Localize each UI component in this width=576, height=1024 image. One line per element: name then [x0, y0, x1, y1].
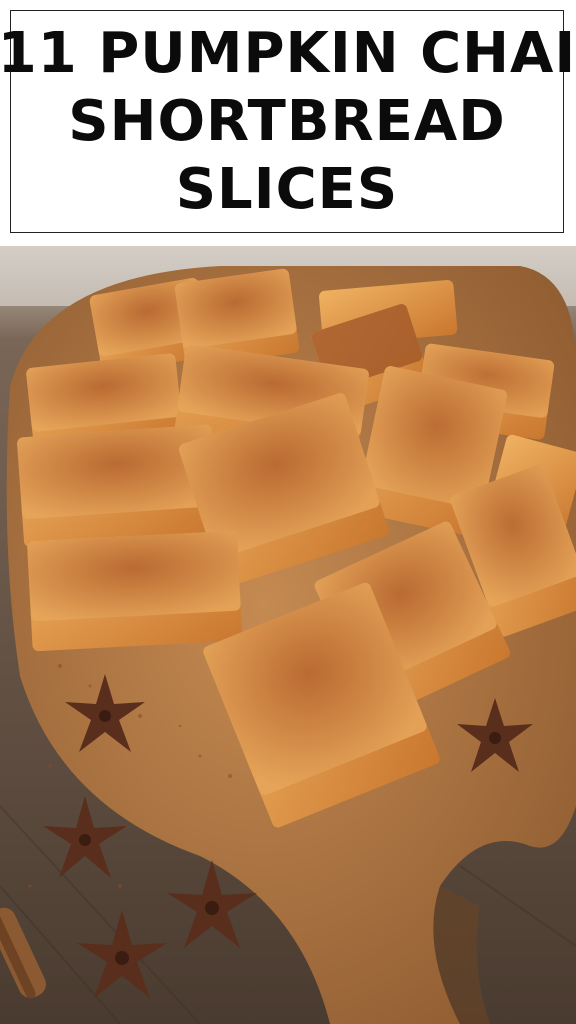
shortbread-illustration — [0, 246, 576, 1024]
title-banner: 11 PUMPKIN CHAI SHORTBREAD SLICES — [0, 10, 575, 233]
title-line-3: SLICES — [175, 156, 399, 222]
title-line-2: SHORTBREAD — [68, 88, 506, 154]
recipe-photo — [0, 246, 576, 1024]
title-line-1: 11 PUMPKIN CHAI — [0, 20, 576, 86]
